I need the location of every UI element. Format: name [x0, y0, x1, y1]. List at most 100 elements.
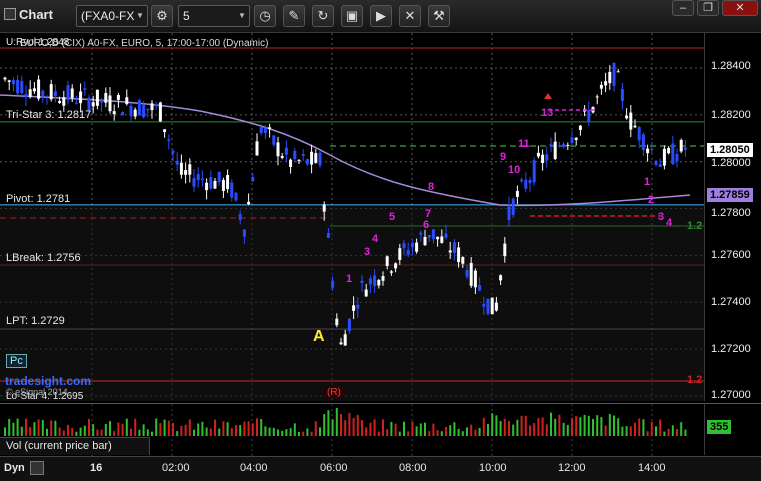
volume-bar: [146, 429, 149, 436]
tri-star-label: Tri-Star 3: 1.2817: [6, 109, 92, 121]
volume-bar: [390, 421, 393, 436]
volume-bar: [314, 421, 317, 436]
volume-bar: [642, 419, 645, 436]
volume-bar: [562, 422, 565, 436]
volume-bar: [117, 422, 120, 436]
price-bar-body: [116, 95, 120, 100]
setup-count-label: 4: [372, 233, 379, 245]
close-icon[interactable]: ✕: [399, 5, 421, 27]
volume-bar: [411, 421, 414, 436]
interval-input[interactable]: 5 ▼: [178, 5, 250, 27]
price-chart[interactable]: U:Rvol 1.2848 EURO,D (CIX) A0-FX, EURO, …: [0, 33, 704, 401]
volume-bar: [285, 429, 288, 436]
price-bar-body: [356, 304, 360, 309]
volume-bar: [478, 427, 481, 436]
volume-bar: [298, 431, 300, 436]
volume-bar: [134, 418, 137, 436]
camera-icon[interactable]: ▣: [341, 5, 363, 27]
price-bar-body: [515, 190, 519, 197]
price-bar-body: [251, 177, 255, 182]
gear-icon[interactable]: ⚙: [151, 5, 173, 27]
play-icon[interactable]: ▶: [370, 5, 392, 27]
price-bar-body: [66, 85, 70, 100]
volume-bar: [466, 427, 468, 436]
price-bar-body: [209, 176, 213, 189]
price-bar-body: [318, 152, 322, 166]
volume-bar: [25, 418, 27, 436]
volume-bar: [617, 418, 620, 436]
clock-icon[interactable]: ◷: [254, 5, 276, 27]
copyright-label: © eSignal 2014: [6, 387, 68, 397]
time-label: 08:00: [399, 462, 427, 474]
price-bar-body: [79, 91, 83, 104]
price-bar-body: [448, 250, 452, 253]
price-bar-body: [604, 81, 608, 86]
pc-badge[interactable]: Pc: [6, 354, 27, 368]
price-bar-body: [373, 275, 377, 287]
price-bar-body: [423, 236, 427, 246]
price-bar-body: [263, 127, 267, 134]
volume-bar: [184, 424, 187, 436]
volume-bar: [58, 427, 61, 436]
volume-bar: [382, 419, 384, 436]
volume-bar: [226, 422, 229, 436]
volume-bar: [239, 425, 242, 436]
price-bar-body: [104, 92, 108, 103]
volume-bar: [310, 431, 313, 436]
volume-bar: [461, 431, 464, 436]
zoom-icon[interactable]: [30, 461, 44, 475]
time-axis[interactable]: Dyn 16 02:00 04:00 06:00 08:00 10:00 12:…: [0, 456, 761, 481]
volume-bar: [520, 415, 523, 436]
volume-pane[interactable]: Vol (current price bar): [0, 403, 704, 456]
tools-icon[interactable]: ⚒: [428, 5, 450, 27]
volume-bar: [512, 424, 515, 436]
volume-bar: [197, 423, 200, 436]
volume-bar: [659, 419, 662, 436]
lower-shade: [0, 205, 704, 401]
price-bar-body: [431, 229, 435, 239]
volume-bar: [138, 429, 141, 436]
volume-bar: [113, 431, 116, 436]
volume-bar: [16, 418, 19, 436]
volume-bar: [592, 419, 594, 436]
chevron-down-icon[interactable]: ▼: [235, 6, 249, 26]
volume-bar: [159, 423, 162, 436]
restore-button[interactable]: ❐: [697, 0, 719, 16]
price-bar-body: [654, 160, 658, 165]
volume-bar: [142, 424, 145, 436]
price-bar-body: [511, 198, 515, 215]
price-bar-body: [146, 108, 150, 111]
interval-value: 5: [183, 9, 190, 23]
volume-value-box: 355: [707, 420, 732, 434]
volume-bar: [638, 418, 641, 436]
volume-bar: [50, 420, 53, 436]
volume-bar: [163, 419, 166, 436]
volume-bar: [323, 414, 326, 436]
volume-bar: [193, 429, 195, 436]
price-bar-body: [360, 280, 364, 283]
price-bar-body: [587, 109, 591, 122]
price-bar-body: [226, 175, 230, 190]
price-bar-body: [314, 153, 318, 163]
price-axis[interactable]: 1.28400 1.28200 1.28000 1.27800 1.27600 …: [687, 33, 761, 401]
setup-count-label: 4: [666, 217, 673, 229]
price-bar-body: [578, 125, 582, 130]
setup-count-label: 7: [425, 208, 432, 220]
price-bar-body: [133, 109, 137, 117]
price-bar-body: [242, 229, 246, 237]
refresh-icon[interactable]: ↻: [312, 5, 334, 27]
pencil-icon[interactable]: ✎: [283, 5, 305, 27]
price-bar-body: [440, 236, 444, 243]
symbol-input[interactable]: (FXA0-FX ▼: [76, 5, 148, 27]
minimize-button[interactable]: –: [672, 0, 694, 16]
price-bar-body: [289, 159, 293, 167]
volume-bar: [62, 430, 65, 436]
chevron-down-icon[interactable]: ▼: [133, 6, 147, 26]
window-close-button[interactable]: ✕: [722, 0, 758, 16]
price-bar-body: [129, 105, 133, 117]
recovery-marker: (R): [325, 387, 343, 398]
setup-count-label: 13: [541, 107, 554, 119]
volume-bar: [403, 421, 405, 436]
price-bar-body: [541, 154, 545, 164]
volume-bar: [222, 421, 225, 436]
